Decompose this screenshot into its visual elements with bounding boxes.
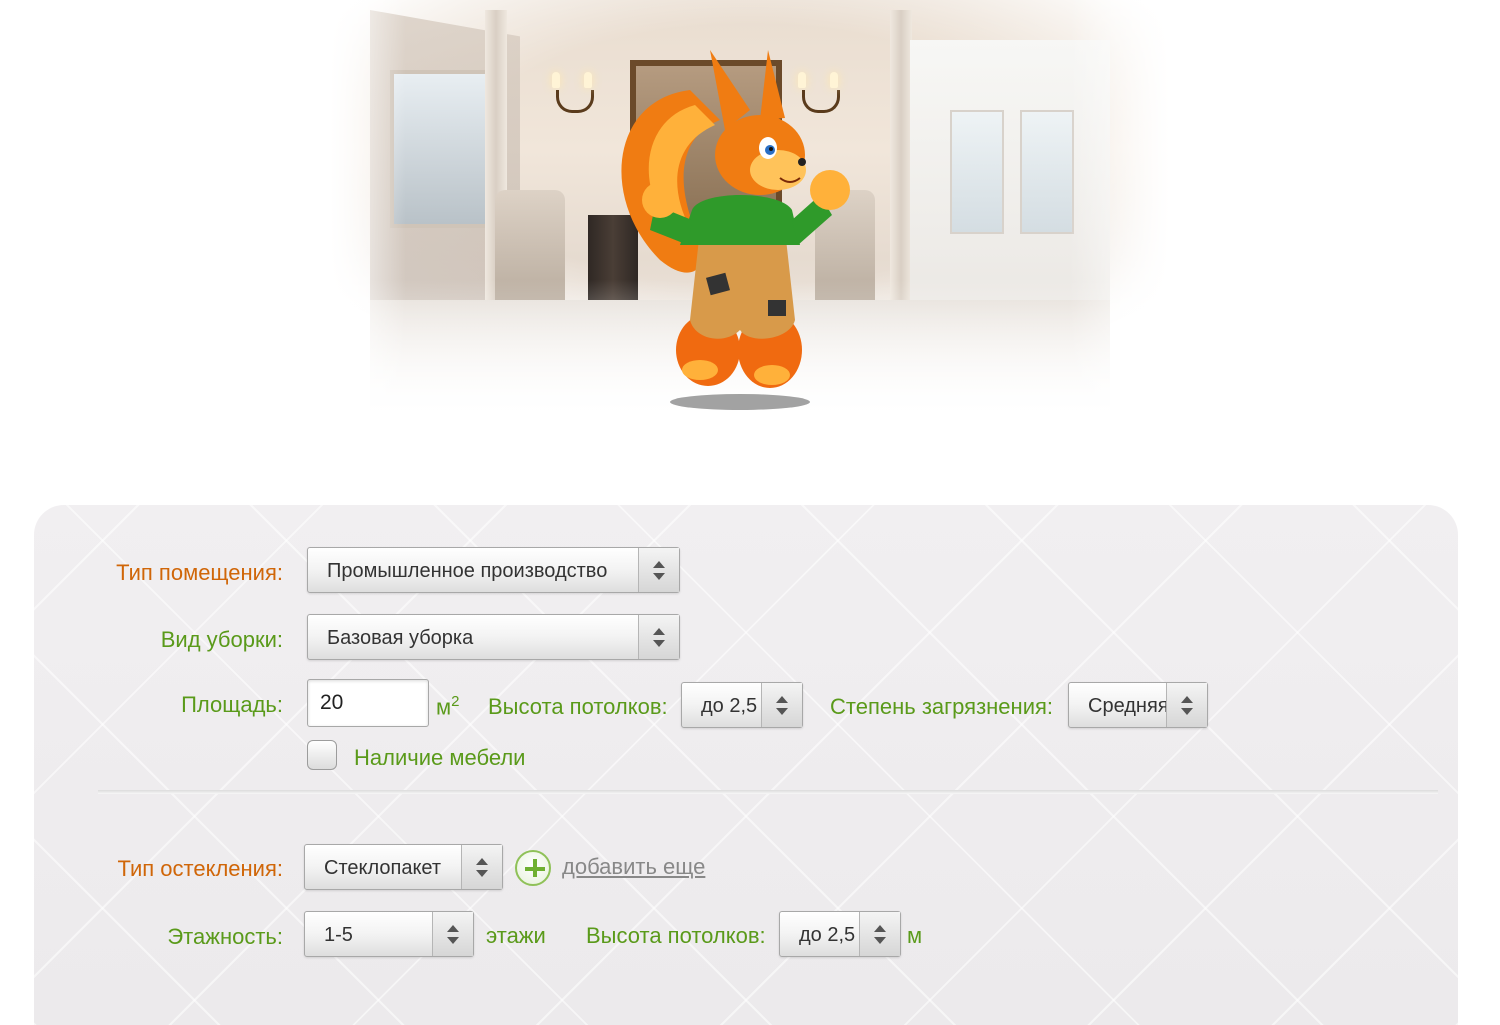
updown-chevron-icon (1166, 683, 1207, 727)
squirrel-mascot-illustration (621, 50, 850, 410)
room-type-value: Промышленное производство (327, 560, 608, 582)
dirt-level-value: Средняя (1088, 695, 1169, 717)
glazing-ceiling-height-unit: м (907, 923, 923, 948)
floors-suffix: этажи (486, 923, 546, 948)
floors-label: Этажность: (167, 924, 283, 949)
updown-chevron-icon (461, 845, 502, 889)
add-more-link[interactable]: добавить еще (562, 854, 705, 880)
glazing-type-label: Тип остекления: (117, 856, 284, 881)
area-label: Площадь: (181, 692, 283, 717)
furniture-checkbox[interactable] (307, 740, 337, 770)
glazing-ceiling-height-value: до 2,5 (799, 924, 856, 946)
updown-chevron-icon (638, 548, 679, 592)
furniture-label: Наличие мебели (354, 745, 526, 770)
cleaning-type-value: Базовая уборка (327, 627, 474, 649)
glazing-type-value: Стеклопакет (324, 857, 442, 879)
section-divider (98, 790, 1438, 794)
glazing-ceiling-height-label: Высота потолков: (586, 923, 766, 948)
room-type-label: Тип помещения: (116, 560, 283, 585)
ceiling-height-select[interactable]: до 2,5 (681, 682, 803, 728)
updown-chevron-icon (432, 912, 473, 956)
updown-chevron-icon (638, 615, 679, 659)
area-input[interactable] (307, 679, 429, 727)
updown-chevron-icon (761, 683, 802, 727)
floors-value: 1-5 (324, 924, 353, 946)
dirt-level-label: Степень загрязнения: (830, 694, 1054, 719)
glazing-ceiling-height-select[interactable]: до 2,5 (779, 911, 901, 957)
cleaning-type-select[interactable]: Базовая уборка (307, 614, 680, 660)
ceiling-height-value: до 2,5 (701, 695, 758, 717)
ceiling-height-label: Высота потолков: (488, 694, 668, 719)
dirt-level-select[interactable]: Средняя (1068, 682, 1208, 728)
glazing-type-select[interactable]: Стеклопакет (304, 844, 503, 890)
plus-circle-icon[interactable] (515, 850, 551, 886)
floors-select[interactable]: 1-5 (304, 911, 474, 957)
hero-illustration (330, 0, 1170, 430)
area-unit: м2 (436, 693, 460, 720)
cleaning-type-label: Вид уборки: (160, 627, 283, 652)
updown-chevron-icon (859, 912, 900, 956)
room-type-select[interactable]: Промышленное производство (307, 547, 680, 593)
